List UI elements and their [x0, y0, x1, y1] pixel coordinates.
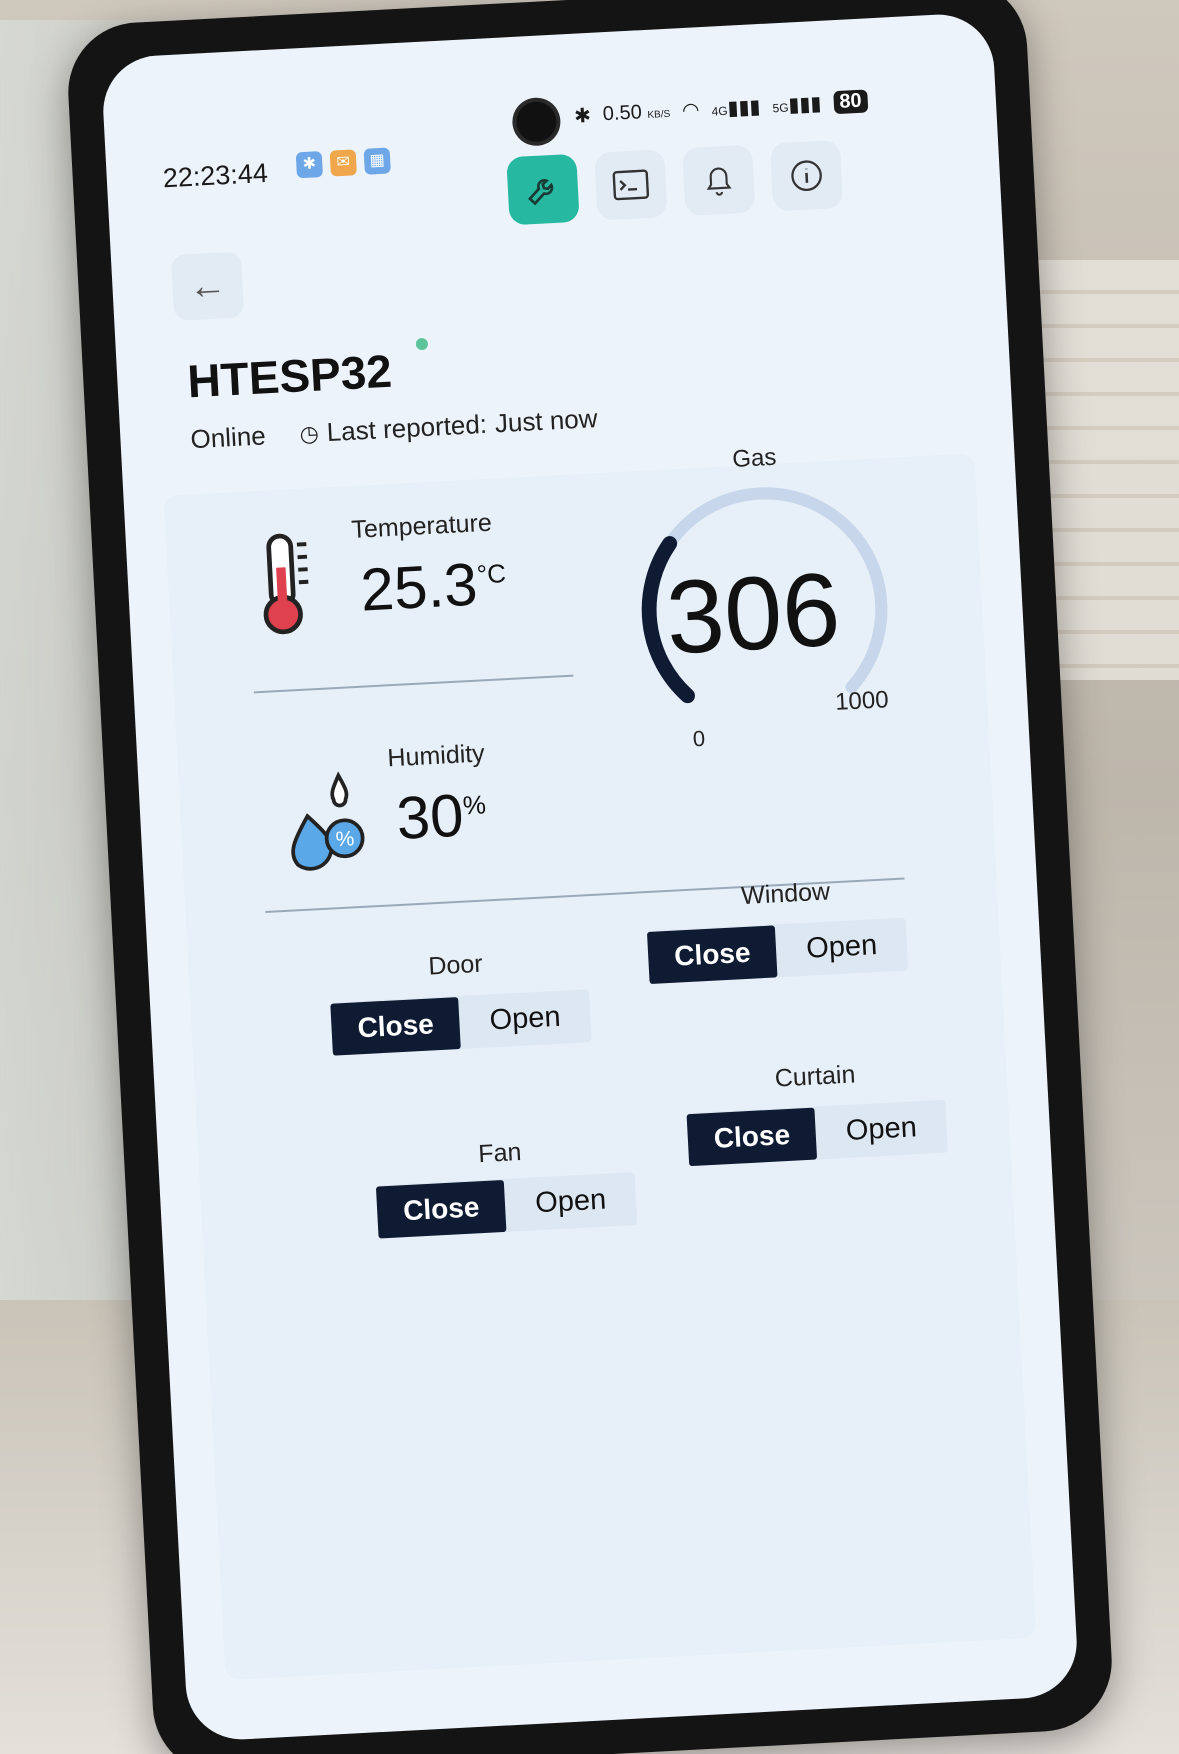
bell-icon	[706, 167, 732, 196]
signal-4g: 4G▮▮▮	[711, 96, 762, 120]
toolbar	[506, 139, 844, 226]
clock-icon: ◷	[298, 420, 320, 447]
fan-close-button[interactable]: Close	[375, 1179, 507, 1239]
curtain-label: Curtain	[774, 1060, 857, 1093]
thermometer-icon	[245, 528, 321, 656]
gas-label: Gas	[731, 443, 778, 473]
window-open-button[interactable]: Open	[775, 918, 909, 978]
photo-scene: 22:23:44 ✱ ✉ ▦ ✱ 0.50 KB/S ◠ 4G▮▮▮ 5G▮▮▮…	[0, 0, 1179, 1754]
door-open-button[interactable]: Open	[458, 989, 592, 1049]
back-button[interactable]: ←	[170, 251, 245, 321]
window-close-button[interactable]: Close	[646, 924, 778, 984]
status-indicators: ✱ 0.50 KB/S ◠ 4G▮▮▮ 5G▮▮▮ 80	[574, 88, 869, 128]
curtain-close-button[interactable]: Close	[686, 1107, 818, 1166]
wrench-icon	[528, 179, 554, 206]
arrow-left-icon: ←	[187, 263, 228, 308]
gauge-max-label: 1000	[834, 686, 890, 716]
last-reported-label: Last reported:	[325, 408, 488, 448]
gauge-min-label: 0	[692, 725, 706, 752]
last-reported: ◷ Last reported: Just now	[299, 403, 598, 450]
notification-icons: ✱ ✉ ▦	[295, 147, 391, 179]
svg-text:%: %	[335, 827, 355, 851]
online-status-dot	[415, 337, 429, 351]
wifi-icon: ◠	[681, 99, 701, 123]
net-speed: 0.50 KB/S	[602, 101, 671, 126]
door-close-button[interactable]: Close	[330, 996, 462, 1056]
gas-value: 306	[663, 551, 843, 677]
bluetooth-icon: ✱	[573, 104, 592, 128]
terminal-button[interactable]	[594, 149, 668, 221]
humidity-value: 30%	[394, 781, 487, 852]
mail-icon: ✉	[329, 149, 357, 177]
info-icon	[791, 160, 822, 192]
online-status: Online	[189, 420, 267, 455]
fan-open-button[interactable]: Open	[504, 1172, 638, 1232]
notifications-button[interactable]	[681, 144, 756, 217]
humidity-drop-icon: %	[278, 765, 374, 895]
terminal-icon	[612, 169, 650, 201]
settings-wrench-button[interactable]	[506, 153, 580, 226]
info-button[interactable]	[769, 139, 844, 212]
last-reported-value: Just now	[494, 403, 599, 439]
status-time: 22:23:44	[162, 157, 269, 194]
grid-app-icon: ▦	[363, 147, 391, 175]
curtain-open-button[interactable]: Open	[815, 1100, 949, 1160]
window-label: Window	[740, 877, 831, 911]
signal-5g: 5G▮▮▮	[772, 92, 823, 117]
device-status-row: Online ◷ Last reported: Just now	[190, 403, 598, 455]
door-label: Door	[427, 949, 484, 981]
fan-label: Fan	[477, 1137, 523, 1169]
humidity-unit: %	[462, 789, 487, 821]
device-title: HTESP32	[186, 344, 394, 408]
battery-indicator: 80	[832, 89, 869, 115]
front-camera	[515, 100, 558, 143]
temperature-unit: °C	[476, 558, 507, 590]
phone: 22:23:44 ✱ ✉ ▦ ✱ 0.50 KB/S ◠ 4G▮▮▮ 5G▮▮▮…	[64, 0, 1116, 1754]
humidity-label: Humidity	[386, 739, 486, 773]
app-notification-icon: ✱	[295, 151, 323, 179]
temperature-value: 25.3°C	[358, 550, 507, 624]
app-screen: 22:23:44 ✱ ✉ ▦ ✱ 0.50 KB/S ◠ 4G▮▮▮ 5G▮▮▮…	[100, 11, 1080, 1743]
